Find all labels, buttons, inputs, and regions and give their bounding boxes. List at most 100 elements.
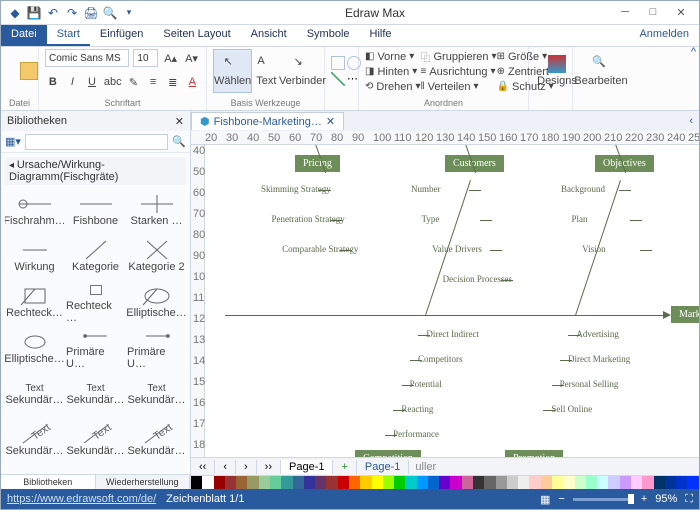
cause-label[interactable]: Number [411, 184, 441, 194]
menu-insert[interactable]: Einfügen [90, 25, 153, 46]
color-swatch[interactable] [484, 476, 495, 489]
edit-button[interactable]: 🔍Bearbeiten [579, 49, 623, 93]
cause-label[interactable]: Direct Marketing [568, 354, 630, 364]
color-swatch[interactable] [462, 476, 473, 489]
maximize-button[interactable]: □ [643, 6, 663, 19]
redo-icon[interactable]: ↷ [64, 5, 80, 21]
qat-dropdown-icon[interactable]: ▾ [121, 5, 137, 21]
cause-label[interactable]: Sell Online [551, 404, 592, 414]
cause-label[interactable]: Performance [393, 429, 439, 439]
sidebar-tab-libraries[interactable]: Bibliotheken [1, 475, 96, 489]
cause-label[interactable]: Type [422, 214, 440, 224]
page-nav-last[interactable]: ›› [257, 460, 281, 474]
select-tool[interactable]: ↖Wählen [213, 49, 252, 93]
color-swatch[interactable] [214, 476, 225, 489]
menu-start[interactable]: Start [47, 25, 90, 46]
cause-label[interactable]: Plan [572, 214, 588, 224]
shape-Kategorie 2[interactable]: Kategorie 2 [127, 234, 186, 278]
distribute-button[interactable]: ‖ Verteilen▾ [421, 79, 497, 94]
cause-label[interactable]: Skimming Strategy [261, 184, 331, 194]
category-Pricing[interactable]: Pricing [295, 155, 340, 172]
color-swatch[interactable] [563, 476, 574, 489]
close-button[interactable]: ✕ [671, 6, 691, 19]
shape-Primäre U…[interactable]: Primäre U… [66, 326, 125, 370]
color-swatch[interactable] [225, 476, 236, 489]
document-tab[interactable]: ⬢Fishbone-Marketing…✕ [191, 112, 344, 130]
shape-Sekundär…[interactable]: TextSekundär… [66, 418, 125, 462]
cause-label[interactable]: Vision [582, 244, 605, 254]
color-swatch[interactable] [439, 476, 450, 489]
ribbon-collapse-icon[interactable]: ^ [691, 46, 696, 58]
color-swatch[interactable] [202, 476, 213, 489]
search-input[interactable] [25, 134, 168, 150]
color-swatch[interactable] [349, 476, 360, 489]
color-swatch[interactable] [676, 476, 687, 489]
color-swatch[interactable] [518, 476, 529, 489]
cause-label[interactable]: Competitors [418, 354, 463, 364]
color-swatch[interactable] [293, 476, 304, 489]
font-family-combo[interactable]: Comic Sans MS [45, 49, 129, 67]
bullets-button[interactable]: ≡ [145, 73, 161, 91]
shape-Wirkung[interactable]: Wirkung [5, 234, 64, 278]
shape-Sekundär…[interactable]: TextSekundär… [5, 372, 64, 416]
color-swatch[interactable] [665, 476, 676, 489]
login-link[interactable]: Anmelden [629, 25, 699, 46]
canvas[interactable]: Marketing PricingSkimming StrategyPenetr… [205, 145, 699, 457]
color-swatch[interactable] [236, 476, 247, 489]
color-swatch[interactable] [597, 476, 608, 489]
color-swatch[interactable] [394, 476, 405, 489]
cause-label[interactable]: Decision Processes [443, 274, 512, 284]
page-nav-next[interactable]: › [236, 460, 257, 474]
shape-rect[interactable] [331, 56, 345, 70]
shape-Sekundär…[interactable]: TextSekundär… [127, 372, 186, 416]
strike-button[interactable]: abc [104, 73, 122, 91]
color-swatch[interactable] [247, 476, 258, 489]
shape-Primäre U…[interactable]: Primäre U… [127, 326, 186, 370]
color-swatch[interactable] [450, 476, 461, 489]
cause-label[interactable]: Personal Selling [560, 379, 619, 389]
color-swatch[interactable] [417, 476, 428, 489]
group-button[interactable]: ⿻ Gruppieren▾ [421, 49, 497, 64]
highlight-button[interactable]: ✎ [126, 73, 142, 91]
color-swatch[interactable] [529, 476, 540, 489]
color-swatch[interactable] [586, 476, 597, 489]
color-swatch[interactable] [372, 476, 383, 489]
align-button[interactable]: ≡ Ausrichtung▾ [421, 64, 497, 79]
color-swatch[interactable] [338, 476, 349, 489]
shape-line[interactable] [331, 72, 345, 86]
text-tool[interactable]: AText [256, 49, 276, 93]
send-back-button[interactable]: ◨ Hinten▾ [365, 64, 421, 79]
color-swatch[interactable] [507, 476, 518, 489]
font-shrink-icon[interactable]: A▾ [183, 49, 200, 67]
color-swatch[interactable] [270, 476, 281, 489]
preview-icon[interactable]: 🔍 [102, 5, 118, 21]
cause-label[interactable]: Comparable Strategy [282, 244, 358, 254]
minimize-button[interactable]: ─ [615, 6, 635, 19]
fit-page-icon[interactable]: ⛶ [685, 493, 693, 506]
color-swatch[interactable] [304, 476, 315, 489]
menu-help[interactable]: Hilfe [360, 25, 402, 46]
color-swatch[interactable] [654, 476, 665, 489]
shape-Sekundär…[interactable]: TextSekundär… [127, 418, 186, 462]
menu-file[interactable]: Datei [1, 25, 47, 46]
underline-button[interactable]: U [84, 73, 100, 91]
print-icon[interactable]: 🖨 [83, 5, 99, 21]
shape-Starken …[interactable]: Starken … [127, 188, 186, 232]
color-swatch[interactable] [281, 476, 292, 489]
color-swatch[interactable] [608, 476, 619, 489]
page-nav-first[interactable]: ‹‹ [191, 460, 215, 474]
color-swatch[interactable] [575, 476, 586, 489]
color-swatch[interactable] [496, 476, 507, 489]
cause-label[interactable]: Direct Indirect [426, 329, 479, 339]
color-swatch[interactable] [428, 476, 439, 489]
category-Promotion[interactable]: Promotion [505, 450, 563, 457]
menu-view[interactable]: Ansicht [241, 25, 297, 46]
shape-Elliptische…[interactable]: Elliptische… [5, 326, 64, 370]
library-picker-icon[interactable]: ▦▾ [5, 135, 21, 148]
zoom-in-icon[interactable]: + [641, 493, 647, 505]
doc-tab-prev-icon[interactable]: ‹ [683, 115, 699, 127]
page-nav-prev[interactable]: ‹ [215, 460, 236, 474]
shape-Fishbone[interactable]: Fishbone [66, 188, 125, 232]
shape-Fischrahm…[interactable]: Fischrahm… [5, 188, 64, 232]
align-button[interactable]: ≣ [165, 73, 181, 91]
